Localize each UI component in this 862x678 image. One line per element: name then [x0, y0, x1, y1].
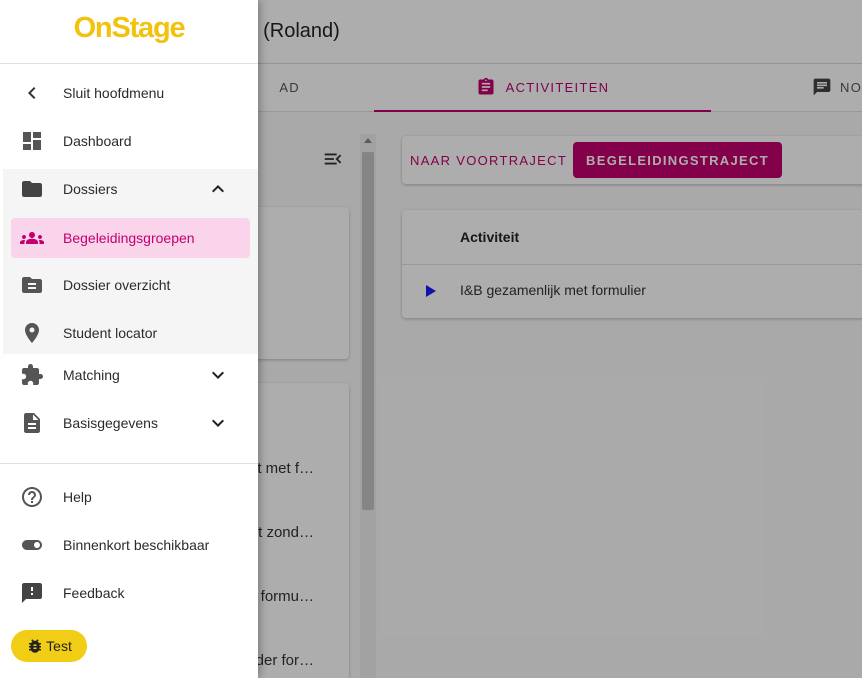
sidebar-item-label: Basisgegevens — [63, 415, 158, 431]
sidebar-item-label: Feedback — [63, 585, 125, 601]
chevron-left-icon — [20, 81, 44, 105]
test-chip-label: Test — [46, 638, 72, 654]
folder-file-icon — [20, 273, 44, 297]
puzzle-icon — [20, 363, 44, 387]
chevron-down-icon — [206, 363, 230, 387]
sidebar-item-dossier-overzicht[interactable]: Dossier overzicht — [0, 261, 258, 309]
sidebar-item-help[interactable]: Help — [0, 473, 258, 521]
folder-icon — [20, 177, 44, 201]
bug-icon — [26, 637, 44, 655]
help-icon — [20, 485, 44, 509]
test-environment-chip[interactable]: Test — [11, 630, 87, 662]
close-menu-label: Sluit hoofdmenu — [63, 85, 165, 101]
onstage-logo: OnStage — [73, 12, 186, 44]
sidebar-item-matching[interactable]: Matching — [0, 351, 258, 399]
document-icon — [20, 411, 44, 435]
sidebar-item-label: Begeleidingsgroepen — [63, 230, 195, 246]
divider — [0, 463, 258, 464]
sidebar-item-student-locator[interactable]: Student locator — [0, 309, 258, 357]
sidebar-item-begeleidingsgroepen[interactable]: Begeleidingsgroepen — [0, 214, 258, 262]
chevron-up-icon — [206, 177, 230, 201]
sidebar-item-label: Matching — [63, 367, 120, 383]
sidebar-item-label: Student locator — [63, 325, 158, 341]
sidebar-item-label: Dashboard — [63, 133, 132, 149]
navigation-drawer: OnStage Sluit hoofdmenu Dashboard Dossie… — [0, 0, 258, 678]
sidebar-item-binnenkort-beschikbaar[interactable]: Binnenkort beschikbaar — [0, 521, 258, 569]
sidebar-item-dossiers[interactable]: Dossiers — [0, 165, 258, 213]
sidebar-item-label: Dossiers — [63, 181, 118, 197]
location-pin-icon — [20, 321, 44, 345]
chevron-down-icon — [206, 411, 230, 435]
groups-icon — [20, 226, 44, 250]
sidebar-item-basisgegevens[interactable]: Basisgegevens — [0, 399, 258, 447]
sidebar-item-label: Binnenkort beschikbaar — [63, 537, 210, 553]
feedback-icon — [20, 581, 44, 605]
toggle-icon — [20, 533, 44, 557]
dashboard-icon — [20, 129, 44, 153]
sidebar-item-dashboard[interactable]: Dashboard — [0, 117, 258, 165]
sidebar-item-feedback[interactable]: Feedback — [0, 569, 258, 617]
divider — [0, 63, 258, 64]
sidebar-item-label: Help — [63, 489, 92, 505]
close-menu-item[interactable]: Sluit hoofdmenu — [0, 69, 258, 117]
sidebar-item-label: Dossier overzicht — [63, 277, 171, 293]
